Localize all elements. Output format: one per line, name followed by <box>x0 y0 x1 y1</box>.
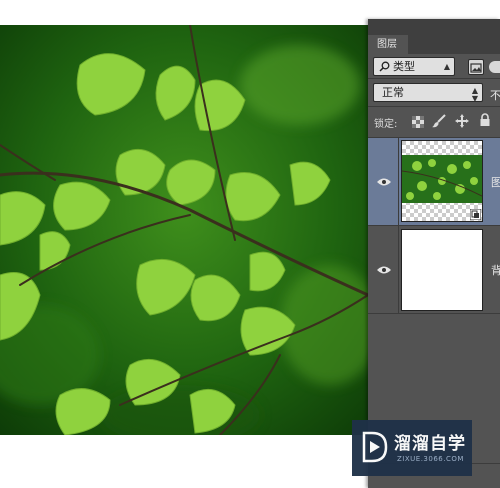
document-canvas[interactable] <box>0 25 368 435</box>
image-filter-icon[interactable] <box>468 59 484 75</box>
watermark-url: ZIXUE.3066.COM <box>397 455 464 463</box>
watermark-title: 溜溜自学 <box>394 434 466 454</box>
chevron-updown-icon: ▲ <box>443 62 450 71</box>
filter-kind-dropdown[interactable]: 类型 ▲ <box>373 57 455 76</box>
adjustment-filter-icon[interactable] <box>489 61 500 73</box>
move-icon[interactable] <box>455 114 469 128</box>
layer-thumbnail[interactable] <box>401 229 483 311</box>
filter-kind-label: 类型 <box>393 60 415 73</box>
panel-title-bar[interactable] <box>368 19 500 36</box>
opacity-label[interactable]: 不 <box>490 87 500 103</box>
lock-label: 锁定: <box>374 119 398 130</box>
panel-tab-strip <box>408 35 500 54</box>
layer-name[interactable]: 背 <box>491 262 500 278</box>
search-icon <box>379 61 390 72</box>
brush-icon[interactable] <box>432 114 446 128</box>
blend-mode-dropdown[interactable]: 正常 ▲ ▼ <box>373 83 483 103</box>
layers-panel: 图层 类型 ▲ 正常 ▲ ▼ 不 锁定: 图 背 <box>368 19 500 488</box>
lock-icon[interactable] <box>478 113 492 127</box>
lock-transparent-pixels-icon[interactable] <box>412 116 424 128</box>
layer-name[interactable]: 图 <box>491 174 500 190</box>
separator <box>398 226 399 313</box>
smart-object-badge-icon <box>470 209 481 220</box>
lock-row: 锁定: <box>368 107 500 137</box>
layer-row-photo[interactable]: 图 <box>368 138 500 226</box>
fern-leaves-photo <box>0 25 368 435</box>
layer-thumbnail[interactable] <box>401 140 483 222</box>
layer-row-background[interactable]: 背 <box>368 226 500 314</box>
layer-filter-row: 类型 ▲ <box>368 54 500 78</box>
watermark-badge: 溜溜自学 ZIXUE.3066.COM <box>352 420 472 476</box>
blend-mode-row: 正常 ▲ ▼ 不 <box>368 79 500 106</box>
play-logo-icon <box>362 431 388 463</box>
chevron-updown-icon: ▲ ▼ <box>471 86 478 103</box>
tab-layers[interactable]: 图层 <box>368 35 408 54</box>
separator <box>398 138 399 225</box>
blend-mode-label: 正常 <box>382 86 404 99</box>
eye-icon[interactable] <box>377 177 391 187</box>
eye-icon[interactable] <box>377 265 391 275</box>
